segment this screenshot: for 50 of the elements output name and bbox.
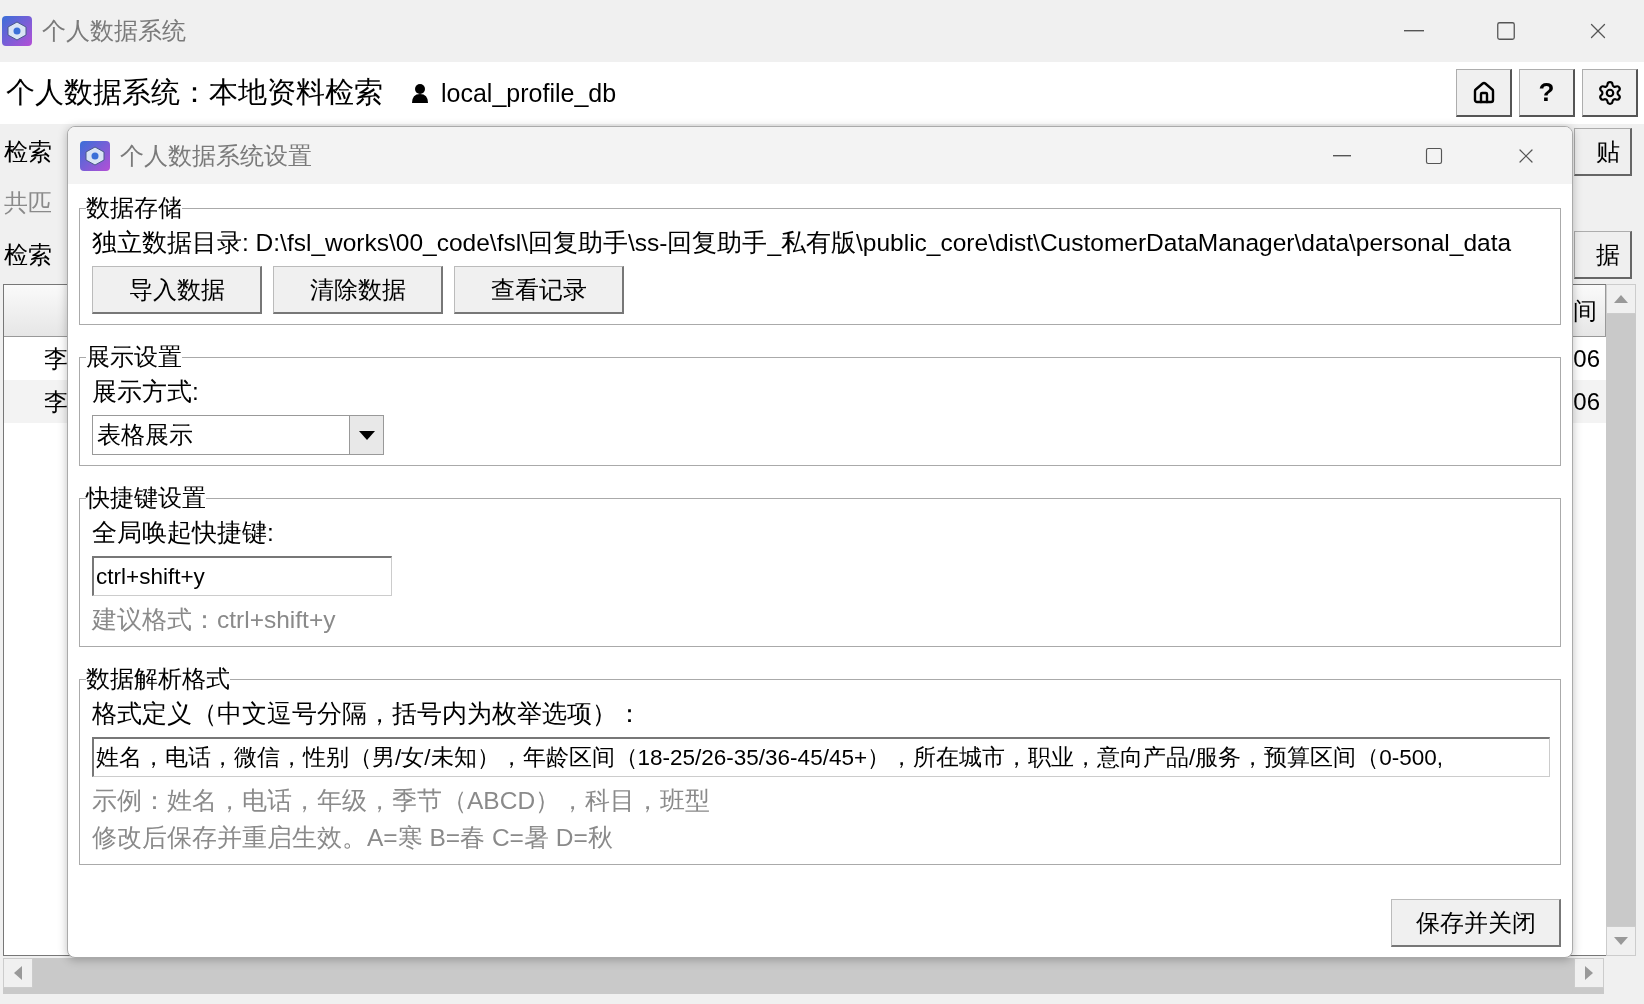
window-title: 个人数据系统: [42, 16, 187, 46]
help-button[interactable]: ?: [1519, 69, 1575, 117]
scroll-up-icon[interactable]: [1606, 284, 1636, 314]
match-count: 共匹: [4, 188, 52, 218]
app-logo-icon: [2, 16, 32, 46]
table-cell-text: 李: [44, 386, 68, 417]
format-hint: 示例：姓名，电话，年级，季节（ABCD），科目，班型: [92, 786, 712, 816]
format-input-field[interactable]: 姓名，电话，微信，性别（男/女/未知），年龄区间（18-25/26-35/36-45/45+），所在城市，职业，意向产品/服务，预算区间（0-500,: [92, 737, 1550, 777]
data-directory-path: 独立数据目录: D:\fsl_works\00_code\fsl\回复助手\ss-回复助手_私有版\public_core\dist\CustomerDataManager\data\personal_data: [92, 228, 1513, 258]
hotkey-input-field[interactable]: ctrl+shift+y: [92, 556, 392, 596]
format-hint: 修改后保存并重启生效。A=寒 B=春 C=暑 D=秋: [92, 823, 614, 853]
group-title: 展示设置: [86, 342, 182, 372]
home-button[interactable]: [1456, 69, 1512, 117]
storage-action-button[interactable]: 清除数据: [273, 266, 443, 314]
data-button[interactable]: 据: [1574, 231, 1632, 279]
results-label: 检索: [4, 240, 52, 270]
scroll-right-icon[interactable]: [1574, 958, 1604, 988]
hotkey-hint: 建议格式：ctrl+shift+y: [92, 605, 337, 635]
save-and-close-button[interactable]: 保存并关闭: [1391, 899, 1561, 947]
user-icon: [411, 83, 429, 103]
settings-icon: [1596, 79, 1623, 106]
settings-button[interactable]: [1582, 69, 1638, 117]
table-cell-text: 李: [44, 343, 68, 374]
storage-action-button[interactable]: 导入数据: [92, 266, 262, 314]
scroll-left-icon[interactable]: [3, 958, 33, 988]
dialog-title: 个人数据系统设置: [120, 140, 313, 171]
minimize-icon: [1404, 30, 1424, 32]
display-mode-dropdown[interactable]: 表格展示: [92, 415, 384, 455]
search-label: 检索: [4, 137, 52, 167]
database-name: local_profile_db: [441, 78, 618, 108]
horizontal-scrollbar[interactable]: [3, 958, 1604, 994]
table-cell: 06: [1573, 344, 1600, 373]
storage-action-button[interactable]: 查看记录: [454, 266, 624, 314]
minimize-icon: [1333, 154, 1351, 157]
paste-button[interactable]: 贴: [1574, 128, 1632, 176]
format-label: 格式定义（中文逗号分隔，括号内为枚举选项）：: [92, 699, 643, 729]
page-heading: 个人数据系统：本地资料检索: [6, 75, 383, 110]
vertical-scrollbar[interactable]: [1606, 284, 1636, 956]
table-cell: 06: [1573, 387, 1600, 416]
group-title: 数据解析格式: [86, 664, 230, 694]
hotkey-label: 全局唤起快捷键:: [92, 518, 275, 548]
app-logo-icon: [80, 140, 110, 171]
display-mode-label: 展示方式:: [92, 377, 200, 407]
group-title: 快捷键设置: [86, 483, 206, 513]
group-title: 数据存储: [86, 193, 182, 223]
house-icon: [1471, 80, 1496, 105]
maximize-icon: [1424, 145, 1444, 166]
maximize-icon: [1495, 20, 1517, 42]
dropdown-caret-icon: [358, 430, 375, 440]
scroll-down-icon[interactable]: [1606, 926, 1636, 956]
